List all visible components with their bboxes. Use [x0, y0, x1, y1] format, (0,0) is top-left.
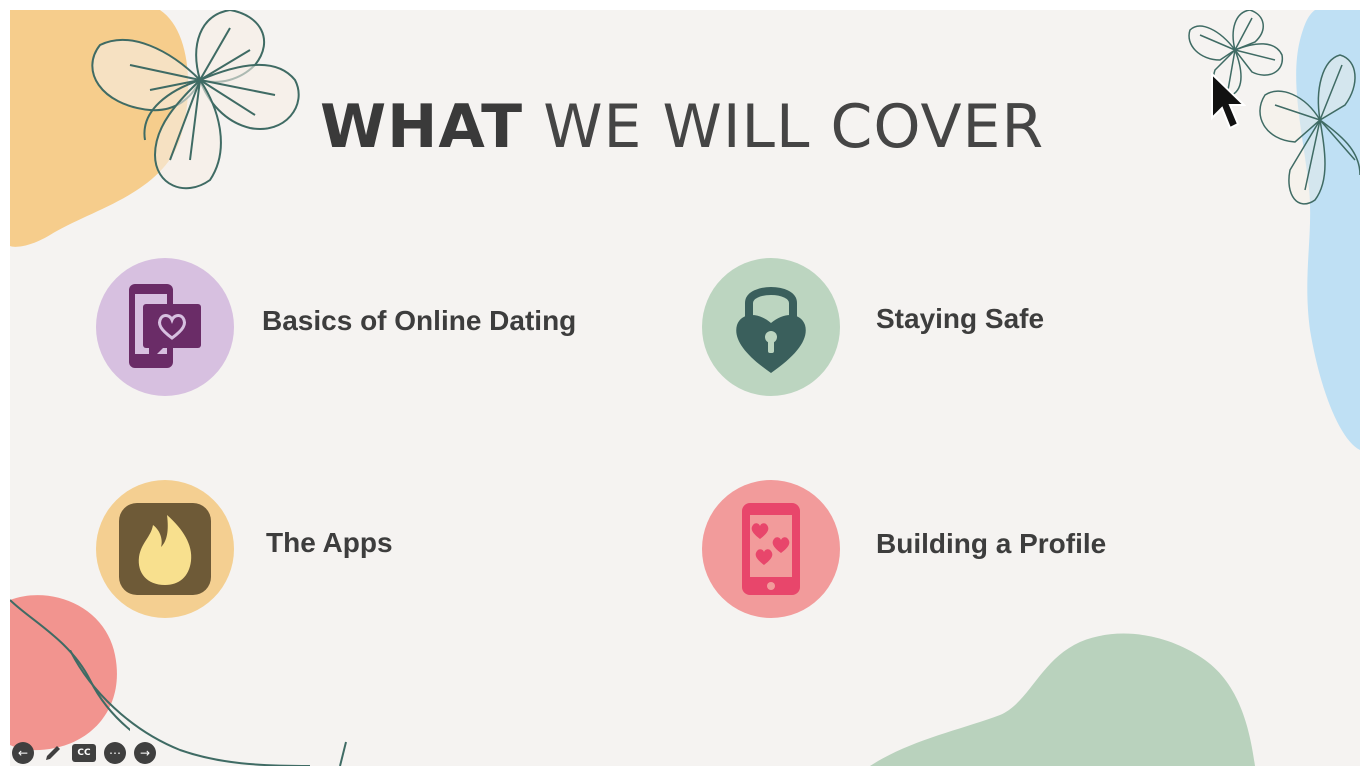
topic-basics-label: Basics of Online Dating [262, 305, 577, 336]
green-blob-decoration [870, 633, 1255, 766]
topic-apps-label: The Apps [266, 527, 393, 558]
slide-title-light: WE WILL COVER [543, 92, 1045, 162]
topic-apps-icon-circle [96, 480, 234, 618]
flower-outline-right-decoration [1259, 54, 1360, 205]
topic-safe-label: Staying Safe [876, 303, 1045, 334]
topic-basics-icon-circle [96, 258, 234, 396]
slide-canvas: WHAT WE WILL COVER Basics of Online Dati… [10, 10, 1360, 766]
topic-profile-icon-circle [702, 480, 840, 618]
pencil-icon [46, 746, 60, 760]
more-options-button[interactable]: ⋯ [104, 742, 126, 764]
heart-padlock-icon [736, 287, 806, 373]
slide-title: WHAT WE WILL COVER [320, 92, 1044, 162]
pen-tool-button[interactable] [42, 742, 64, 764]
topic-profile-label: Building a Profile [876, 528, 1107, 559]
flower-outline-decoration [91, 10, 300, 190]
captions-button[interactable]: CC [72, 744, 96, 762]
slideshow-toolbar: ← CC ⋯ → [12, 742, 156, 764]
next-slide-button[interactable]: → [134, 742, 156, 764]
phone-heart-chat-icon [129, 284, 201, 368]
topic-safe-icon-circle [702, 258, 840, 396]
mouse-pointer-icon [1211, 72, 1246, 130]
slide-title-bold: WHAT [320, 92, 524, 162]
flame-app-icon [119, 503, 211, 595]
phone-hearts-icon [742, 503, 800, 595]
previous-slide-button[interactable]: ← [12, 742, 34, 764]
